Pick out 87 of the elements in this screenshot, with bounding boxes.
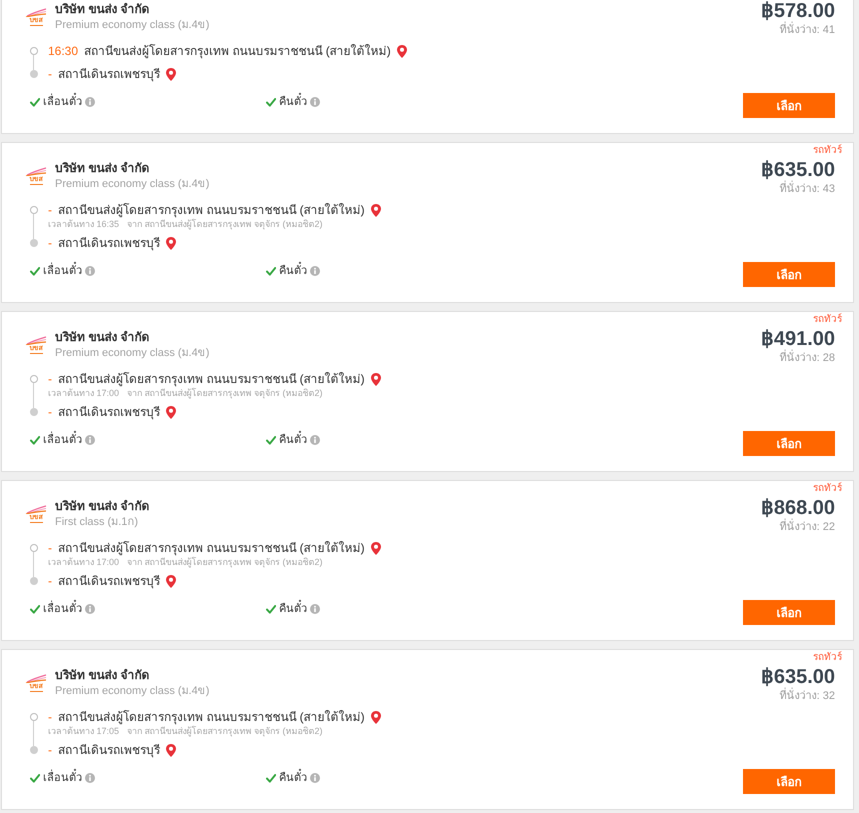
price: ฿635.00 — [760, 160, 835, 180]
station-name: สถานีเดินรถเพชรบุรี — [58, 742, 160, 758]
price: ฿635.00 — [760, 667, 835, 687]
map-pin-icon — [166, 406, 176, 418]
policy-label: เลื่อนตั๋ว — [43, 432, 82, 448]
operator-name: บริษัท ขนส่ง จำกัด — [55, 667, 151, 684]
info-icon[interactable] — [310, 266, 320, 276]
map-pin-icon — [370, 372, 381, 386]
station-name: สถานีขนส่งผู้โดยสารกรุงเทพ ถนนบรมราชชนนี (สายใต้ใหม่) — [58, 540, 365, 556]
info-icon[interactable] — [85, 266, 95, 276]
policy-label: เลื่อนตั๋ว — [43, 601, 82, 617]
info-icon[interactable] — [85, 604, 95, 614]
policy-label: คืนตั๋ว — [279, 601, 307, 617]
policy-label: เลื่อนตั๋ว — [43, 770, 82, 786]
origin-time-note: เวลาต้นทาง 17:05 — [48, 725, 120, 737]
policy-label: เลื่อนตั๋ว — [43, 263, 82, 279]
station-name: สถานีขนส่งผู้โดยสารกรุงเทพ ถนนบรมราชชนนี (สายใต้ใหม่) — [58, 709, 365, 725]
map-pin-icon — [166, 744, 176, 756]
station-name: สถานีเดินรถเพชรบุรี — [58, 404, 160, 420]
arrival-time: - — [48, 573, 52, 589]
select-button[interactable]: เลือก — [743, 431, 835, 456]
origin-station-note: จาก สถานีขนส่งผู้โดยสารกรุงเทพ จตุจักร (หมอชิต2) — [127, 725, 323, 737]
info-icon[interactable] — [310, 604, 320, 614]
map-pin-icon — [166, 68, 176, 80]
station-name: สถานีขนส่งผู้โดยสารกรุงเทพ ถนนบรมราชชนนี (สายใต้ใหม่) — [84, 43, 391, 59]
map-pin-icon — [166, 236, 176, 250]
seat-class: Premium economy class (ม.4ข) — [55, 18, 210, 33]
arrival-time: - — [48, 742, 52, 758]
policy-label: เลื่อนตั๋ว — [43, 94, 82, 110]
departure-time: - — [48, 371, 52, 387]
policy-label: คืนตั๋ว — [279, 770, 307, 786]
origin-time-note: เวลาต้นทาง 16:35 — [48, 218, 120, 230]
map-pin-icon — [396, 44, 407, 58]
bus-type-tag: รถทัวร์ — [813, 652, 842, 664]
station-name: สถานีเดินรถเพชรบุรี — [58, 66, 160, 82]
select-button[interactable]: เลือก — [743, 262, 835, 287]
operator-name: บริษัท ขนส่ง จำกัด — [55, 498, 150, 515]
departure-time: - — [48, 202, 52, 218]
seats-available: ที่นั่งว่าง: 28 — [780, 351, 835, 365]
seats-available: ที่นั่งว่าง: 41 — [780, 23, 835, 37]
info-icon[interactable] — [310, 435, 320, 445]
origin-station-note: จาก สถานีขนส่งผู้โดยสารกรุงเทพ จตุจักร (หมอชิต2) — [127, 218, 323, 230]
map-pin-icon — [370, 542, 381, 554]
policy-label: คืนตั๋ว — [279, 94, 307, 110]
price: ฿868.00 — [760, 498, 835, 518]
bus-type-tag: รถทัวร์ — [813, 145, 842, 157]
station-name: สถานีขนส่งผู้โดยสารกรุงเทพ ถนนบรมราชชนนี (สายใต้ใหม่) — [58, 371, 365, 387]
arrival-time: - — [48, 404, 52, 420]
seats-available: ที่นั่งว่าง: 22 — [780, 520, 835, 534]
select-button[interactable]: เลือก — [743, 600, 835, 625]
bus-type-tag: รถทัวร์ — [813, 314, 842, 326]
policy-label: คืนตั๋ว — [279, 432, 307, 448]
arrival-time: - — [48, 235, 52, 251]
info-icon[interactable] — [310, 773, 320, 783]
map-pin-icon — [166, 574, 176, 588]
policy-label: คืนตั๋ว — [279, 263, 307, 279]
info-icon[interactable] — [85, 435, 95, 445]
operator-name: บริษัท ขนส่ง จำกัด — [55, 160, 151, 177]
seat-class: Premium economy class (ม.4ข) — [55, 177, 210, 192]
origin-time-note: เวลาต้นทาง 17:00 — [48, 556, 120, 568]
select-button[interactable]: เลือก — [743, 769, 835, 794]
operator-name: บริษัท ขนส่ง จำกัด — [55, 329, 151, 346]
origin-station-note: จาก สถานีขนส่งผู้โดยสารกรุงเทพ จตุจักร (หมอชิต2) — [127, 387, 323, 399]
price: ฿578.00 — [760, 1, 835, 21]
seats-available: ที่นั่งว่าง: 32 — [780, 689, 835, 703]
departure-time: - — [48, 540, 52, 556]
seat-class: Premium economy class (ม.4ข) — [55, 346, 210, 361]
operator-name: บริษัท ขนส่ง จำกัด — [55, 1, 151, 18]
info-icon[interactable] — [310, 97, 320, 107]
departure-time: - — [48, 709, 52, 725]
map-pin-icon — [370, 204, 381, 216]
seat-class: First class (ม.1ก) — [55, 515, 140, 530]
price: ฿491.00 — [760, 329, 835, 349]
seats-available: ที่นั่งว่าง: 43 — [780, 182, 835, 196]
origin-time-note: เวลาต้นทาง 17:00 — [48, 387, 120, 399]
station-name: สถานีเดินรถเพชรบุรี — [58, 235, 160, 251]
info-icon[interactable] — [85, 97, 95, 107]
departure-time: 16:30 — [48, 43, 78, 59]
arrival-time: - — [48, 66, 52, 82]
seat-class: Premium economy class (ม.4ข) — [55, 684, 210, 699]
origin-station-note: จาก สถานีขนส่งผู้โดยสารกรุงเทพ จตุจักร (หมอชิต2) — [127, 556, 323, 568]
info-icon[interactable] — [85, 773, 95, 783]
map-pin-icon — [370, 710, 381, 724]
station-name: สถานีขนส่งผู้โดยสารกรุงเทพ ถนนบรมราชชนนี (สายใต้ใหม่) — [58, 202, 365, 218]
station-name: สถานีเดินรถเพชรบุรี — [58, 573, 160, 589]
select-button[interactable]: เลือก — [743, 93, 835, 118]
bus-type-tag: รถทัวร์ — [813, 483, 842, 495]
